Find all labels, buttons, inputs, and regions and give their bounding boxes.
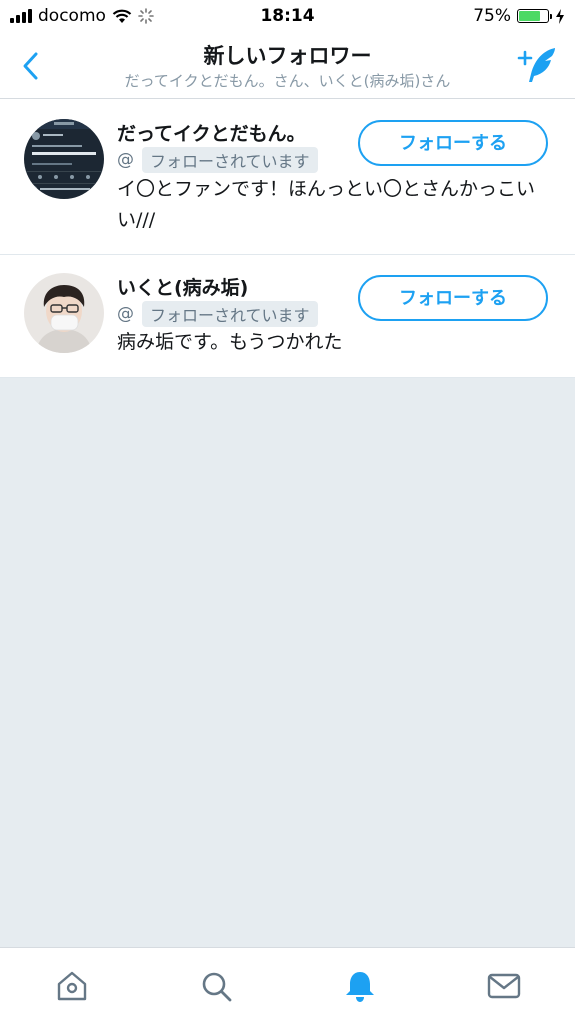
follower-row[interactable]: だってイクとだもん。 @ フォローされています フォローする イ〇とファンです！… [0, 99, 575, 255]
page-subtitle: だってイクとだもん。さん、いくと(病み垢)さん [124, 72, 451, 90]
follower-handle-line: @ フォローされています [117, 147, 318, 173]
avatar-screenshot-image [24, 119, 104, 199]
battery-icon [517, 9, 552, 23]
navigation-header: 新しいフォロワー だってイクとだもん。さん、いくと(病み垢)さん [0, 34, 575, 99]
follows-you-badge: フォローされています [142, 147, 318, 173]
notifications-icon[interactable] [342, 968, 378, 1004]
follower-bio: イ〇とファンです！ほんっとい〇とさんかっこいい/// [117, 178, 536, 231]
new-followers-list: だってイクとだもん。 @ フォローされています フォローする イ〇とファンです！… [0, 99, 575, 378]
home-icon[interactable] [54, 968, 90, 1004]
search-icon[interactable] [198, 968, 234, 1004]
follower-name[interactable]: だってイクとだもん。 [117, 119, 306, 146]
status-right: 75% [473, 6, 565, 26]
follower-handle-line: @ フォローされています [117, 301, 318, 327]
follower-bio: 病み垢です。もうつかれた [117, 331, 343, 353]
follower-name[interactable]: いくと(病み垢) [117, 273, 248, 300]
add-tweet-feather-icon[interactable] [515, 44, 559, 84]
avatar-photo-image [24, 273, 104, 353]
follower-row[interactable]: いくと(病み垢) @ フォローされています フォローする 病み垢です。もうつかれ… [0, 255, 575, 378]
handle-prefix: @ [117, 150, 134, 170]
follow-button[interactable]: フォローする [358, 275, 548, 321]
avatar[interactable] [24, 273, 104, 353]
follows-you-badge: フォローされています [142, 301, 318, 327]
handle-prefix: @ [117, 304, 134, 324]
charging-bolt-icon [556, 8, 564, 24]
battery-percent: 75% [473, 6, 511, 26]
status-bar: docomo 18:14 75% [0, 0, 575, 34]
messages-icon[interactable] [486, 968, 522, 1004]
tab-bar [0, 947, 575, 1024]
follow-button[interactable]: フォローする [358, 120, 548, 166]
avatar[interactable] [24, 119, 104, 199]
battery-fill [519, 11, 540, 21]
page-title: 新しいフォロワー [203, 44, 372, 68]
